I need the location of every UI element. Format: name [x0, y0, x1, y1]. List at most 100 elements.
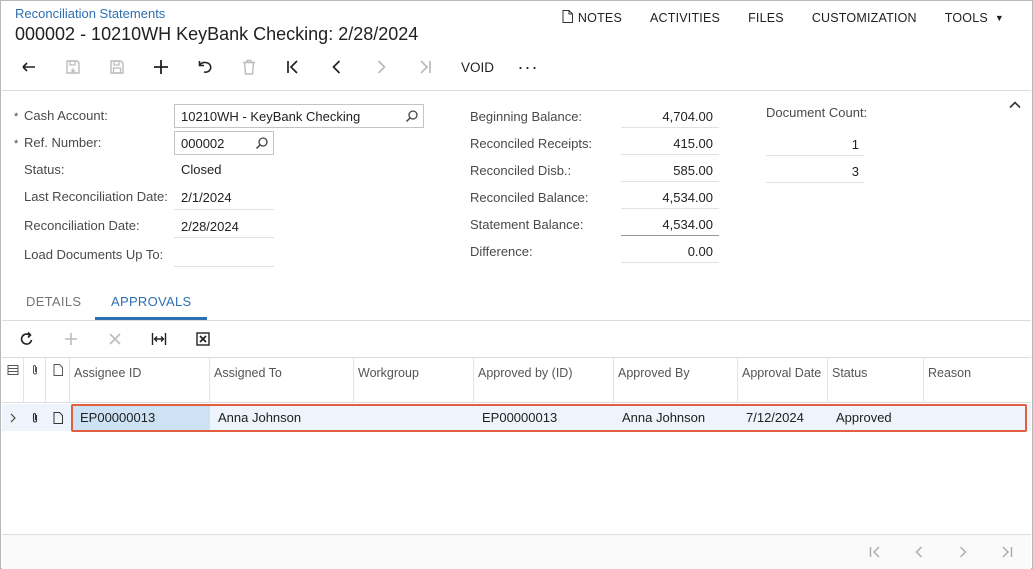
header-divider	[2, 90, 1031, 91]
cell-reason[interactable]	[924, 404, 1028, 431]
tab-approvals[interactable]: APPROVALS	[111, 294, 192, 309]
note-icon	[53, 411, 63, 424]
undo-button[interactable]	[183, 53, 227, 81]
last-reconciliation-date-value: 2/1/2024	[181, 190, 232, 205]
last-page-button[interactable]	[995, 542, 1019, 562]
field-underline	[621, 181, 719, 182]
add-button[interactable]	[139, 53, 183, 81]
save-close-icon	[66, 60, 80, 74]
reconciled-disb-label: Reconciled Disb.:	[470, 163, 572, 178]
collapse-chevron-icon[interactable]	[1008, 98, 1022, 112]
notes-link[interactable]: NOTES	[548, 10, 636, 26]
notes-header	[46, 358, 70, 402]
save-close-button[interactable]	[51, 53, 95, 81]
grid-add-button[interactable]	[56, 326, 86, 352]
breadcrumb[interactable]: Reconciliation Statements	[15, 6, 165, 21]
cash-account-field[interactable]: 10210WH - KeyBank Checking	[174, 104, 424, 128]
column-header-assigned-to[interactable]: Assigned To	[210, 358, 354, 402]
field-underline	[621, 127, 719, 128]
statement-balance-label: Statement Balance:	[470, 217, 584, 232]
row-note-button[interactable]	[46, 404, 70, 431]
difference-label: Difference:	[470, 244, 533, 259]
export-excel-button[interactable]	[188, 326, 218, 352]
cell-status[interactable]: Approved	[828, 404, 924, 431]
reconciled-balance-value: 4,534.00	[662, 190, 713, 205]
note-icon	[562, 10, 573, 26]
statement-balance-value[interactable]: 4,534.00	[621, 217, 713, 232]
delete-button[interactable]	[227, 53, 271, 81]
cash-account-value: 10210WH - KeyBank Checking	[181, 108, 361, 124]
add-icon	[154, 60, 168, 74]
cell-assignee-id[interactable]: EP00000013	[72, 404, 210, 431]
column-header-assignee-id[interactable]: Assignee ID	[70, 358, 210, 402]
chevron-right-icon	[10, 413, 16, 422]
cell-workgroup[interactable]	[354, 404, 474, 431]
disbursements-count-value: 3	[851, 164, 859, 179]
next-record-button[interactable]	[359, 53, 403, 81]
next-page-button[interactable]	[951, 542, 975, 562]
customization-link[interactable]: CUSTOMIZATION	[798, 10, 931, 26]
reconciliation-date-value[interactable]: 2/28/2024	[181, 219, 239, 234]
column-header-approval-date[interactable]: Approval Date	[738, 358, 828, 402]
status-value: Closed	[181, 162, 222, 177]
column-header-approved-by-id[interactable]: Approved by (ID)	[474, 358, 614, 402]
reconciled-balance-label: Reconciled Balance:	[470, 190, 589, 205]
table-row[interactable]: EP00000013 Anna Johnson EP00000013 Anna …	[2, 404, 1031, 431]
column-settings-icon	[7, 365, 18, 375]
beginning-balance-value: 4,704.00	[662, 109, 713, 124]
status-label: Status:	[24, 162, 65, 177]
column-header-reason[interactable]: Reason	[924, 358, 1032, 402]
column-header-workgroup[interactable]: Workgroup	[354, 358, 474, 402]
beginning-balance-label: Beginning Balance:	[470, 109, 583, 124]
first-record-button[interactable]	[271, 53, 315, 81]
document-count-label: Document Count:	[766, 105, 868, 120]
last-record-button[interactable]	[403, 53, 447, 81]
undo-icon	[198, 61, 212, 73]
files-link[interactable]: FILES	[734, 10, 798, 26]
column-header-status[interactable]: Status	[828, 358, 924, 402]
field-underline	[621, 262, 719, 263]
last-icon	[1002, 546, 1013, 558]
fit-width-icon	[151, 333, 167, 345]
activities-link[interactable]: ACTIVITIES	[636, 10, 734, 26]
notes-label: NOTES	[577, 11, 622, 25]
tab-divider	[2, 320, 1031, 321]
row-attachment-button[interactable]	[24, 404, 46, 431]
grid-delete-button[interactable]	[100, 326, 130, 352]
first-icon	[869, 546, 880, 558]
previous-record-button[interactable]	[315, 53, 359, 81]
ref-number-field[interactable]: 000002	[174, 131, 274, 155]
cell-approval-date[interactable]: 7/12/2024	[738, 404, 828, 431]
column-header-approved-by[interactable]: Approved By	[614, 358, 738, 402]
cell-approved-by-id[interactable]: EP00000013	[474, 404, 614, 431]
back-button[interactable]	[7, 53, 51, 81]
cell-assigned-to[interactable]: Anna Johnson	[210, 404, 354, 431]
refresh-icon	[20, 331, 33, 345]
previous-page-button[interactable]	[907, 542, 931, 562]
save-button[interactable]	[95, 53, 139, 81]
fit-columns-button[interactable]	[144, 326, 174, 352]
more-actions-button[interactable]: ···	[508, 53, 548, 81]
ref-number-value: 000002	[181, 135, 225, 151]
column-settings-header[interactable]	[2, 358, 24, 402]
refresh-button[interactable]	[12, 326, 42, 352]
tools-menu[interactable]: TOOLS ▼	[931, 10, 1018, 26]
back-icon	[22, 62, 35, 72]
required-marker: *	[14, 138, 19, 150]
search-icon[interactable]	[405, 109, 419, 123]
field-underline	[174, 209, 274, 210]
void-button[interactable]: VOID	[447, 53, 508, 81]
window-frame: Reconciliation Statements 000002 - 10210…	[0, 0, 1033, 569]
tools-label: TOOLS	[944, 11, 988, 25]
cell-approved-by[interactable]: Anna Johnson	[614, 404, 738, 431]
top-links: NOTES ACTIVITIES FILES CUSTOMIZATION TOO…	[548, 10, 1018, 26]
row-expand-chevron[interactable]	[2, 404, 24, 431]
prev-icon	[332, 60, 341, 74]
search-icon[interactable]	[255, 136, 269, 150]
field-underline	[766, 155, 864, 156]
receipts-count-value: 1	[851, 137, 859, 152]
tab-details[interactable]: DETAILS	[26, 294, 81, 309]
first-page-button[interactable]	[863, 542, 887, 562]
field-underline	[174, 237, 274, 238]
cash-account-label: Cash Account:	[24, 108, 108, 123]
